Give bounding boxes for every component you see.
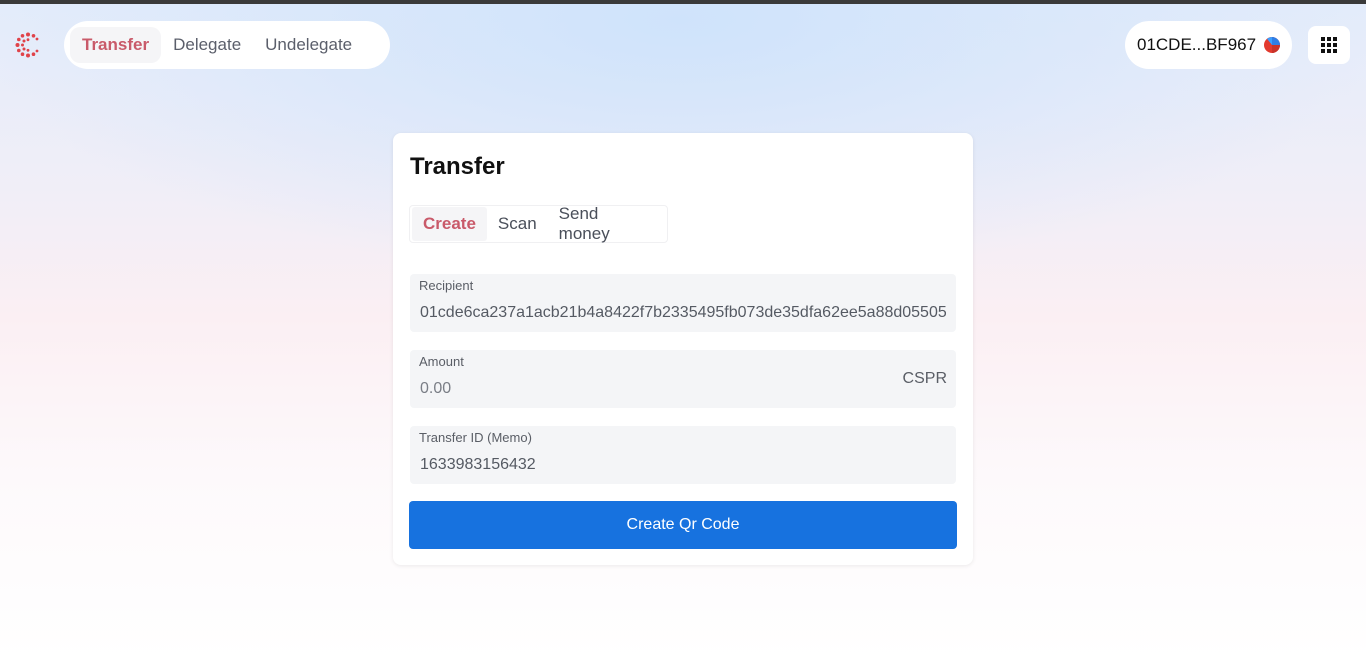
card-title: Transfer bbox=[410, 153, 505, 180]
account-avatar-icon bbox=[1264, 37, 1280, 53]
nav-item-delegate[interactable]: Delegate bbox=[161, 27, 253, 63]
create-qr-code-button[interactable]: Create Qr Code bbox=[409, 501, 957, 549]
apps-menu-button[interactable] bbox=[1308, 26, 1350, 64]
memo-field: Transfer ID (Memo) bbox=[410, 426, 956, 484]
tab-create[interactable]: Create bbox=[412, 207, 487, 241]
recipient-input[interactable] bbox=[410, 298, 956, 328]
amount-currency: CSPR bbox=[902, 370, 947, 387]
transfer-tabs: Create Scan Send money bbox=[409, 204, 668, 243]
grid-menu-icon bbox=[1321, 37, 1337, 53]
recipient-field: Recipient bbox=[410, 274, 956, 332]
tab-scan[interactable]: Scan bbox=[487, 207, 548, 241]
account-address: 01CDE...BF967 bbox=[1137, 35, 1257, 54]
nav-item-transfer[interactable]: Transfer bbox=[70, 27, 162, 63]
memo-input[interactable] bbox=[410, 450, 956, 480]
tab-send-money[interactable]: Send money bbox=[548, 204, 665, 243]
amount-input[interactable] bbox=[410, 374, 890, 404]
transfer-card: Transfer Create Scan Send money Recipien… bbox=[393, 133, 973, 565]
amount-label: Amount bbox=[419, 354, 464, 369]
amount-field: Amount CSPR bbox=[410, 350, 956, 408]
memo-label: Transfer ID (Memo) bbox=[419, 430, 532, 445]
recipient-label: Recipient bbox=[419, 278, 474, 293]
account-button[interactable]: 01CDE...BF967 bbox=[1125, 21, 1292, 69]
main-nav: Transfer Delegate Undelegate bbox=[64, 21, 390, 69]
window-top-border bbox=[0, 0, 1366, 4]
nav-item-undelegate[interactable]: Undelegate bbox=[253, 27, 364, 63]
casper-logo-icon[interactable] bbox=[14, 31, 42, 59]
